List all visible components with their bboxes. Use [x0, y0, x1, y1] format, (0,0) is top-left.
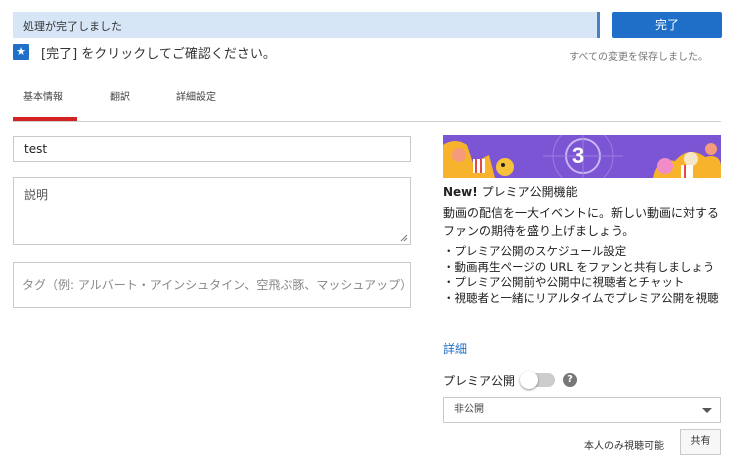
- tags-placeholder: タグ（例: アルバート・アインシュタイン、空飛ぶ豚、マッシュアップ）: [22, 278, 411, 292]
- toggle-knob: [520, 371, 539, 389]
- description-input[interactable]: 説明: [13, 177, 411, 245]
- notice-row: ★ [完了] をクリックしてご確認ください。: [13, 43, 276, 62]
- feature-item: ・プレミア公開のスケジュール設定: [443, 244, 627, 258]
- premiere-toggle-row: プレミア公開 ?: [443, 371, 578, 389]
- tab-advanced-settings[interactable]: 詳細設定: [176, 88, 216, 103]
- visibility-selected: 非公開: [454, 404, 484, 415]
- description-placeholder: 説明: [24, 188, 49, 202]
- title-input[interactable]: test: [13, 136, 411, 162]
- premiere-title: New! プレミア公開機能: [443, 183, 578, 200]
- active-tab-indicator: [13, 117, 77, 121]
- share-button[interactable]: 共有: [680, 429, 721, 455]
- feature-item: ・視聴者と一緒にリアルタイムでプレミア公開を視聴: [443, 290, 719, 305]
- done-button[interactable]: 完了: [612, 12, 722, 38]
- visibility-note: 本人のみ視聴可能: [584, 441, 664, 452]
- premiere-title-text: プレミア公開機能: [477, 185, 578, 199]
- premiere-toggle-label: プレミア公開: [443, 373, 516, 388]
- help-icon[interactable]: ?: [563, 373, 578, 387]
- progress-marker: [597, 12, 600, 38]
- tab-basic-info[interactable]: 基本情報: [23, 88, 63, 103]
- progress-status-text: 処理が完了しました: [23, 20, 122, 33]
- visibility-select[interactable]: 非公開: [443, 397, 721, 423]
- premiere-description: 動画の配信を一大イベントに。新しい動画に対するファンの期待を盛り上げましょう。: [443, 206, 720, 238]
- premiere-feature-list: ・プレミア公開のスケジュール設定 ・動画再生ページの URL をファンと共有しま…: [443, 244, 725, 306]
- premiere-new-label: New!: [443, 185, 478, 199]
- feature-item: ・動画再生ページの URL をファンと共有しましょう: [443, 259, 715, 274]
- star-icon: ★: [13, 44, 29, 60]
- resize-grip-icon[interactable]: [400, 234, 408, 242]
- banner-countdown-number: 3: [572, 143, 585, 168]
- notice-text: [完了] をクリックしてご確認ください。: [41, 46, 276, 62]
- feature-item: ・プレミア公開前や公開中に視聴者とチャット: [443, 275, 685, 289]
- details-link[interactable]: 詳細: [443, 340, 467, 357]
- tags-input[interactable]: タグ（例: アルバート・アインシュタイン、空飛ぶ豚、マッシュアップ）: [13, 262, 411, 308]
- saved-status: すべての変更を保存しました。: [569, 52, 708, 63]
- tab-translation[interactable]: 翻訳: [110, 88, 130, 103]
- premiere-banner: 3: [443, 135, 721, 178]
- tab-bar: 基本情報 翻訳 詳細設定: [13, 86, 721, 122]
- premiere-toggle[interactable]: [520, 371, 556, 389]
- dropdown-arrow-icon: [702, 408, 712, 413]
- upload-progress-bar: 処理が完了しました: [13, 12, 600, 38]
